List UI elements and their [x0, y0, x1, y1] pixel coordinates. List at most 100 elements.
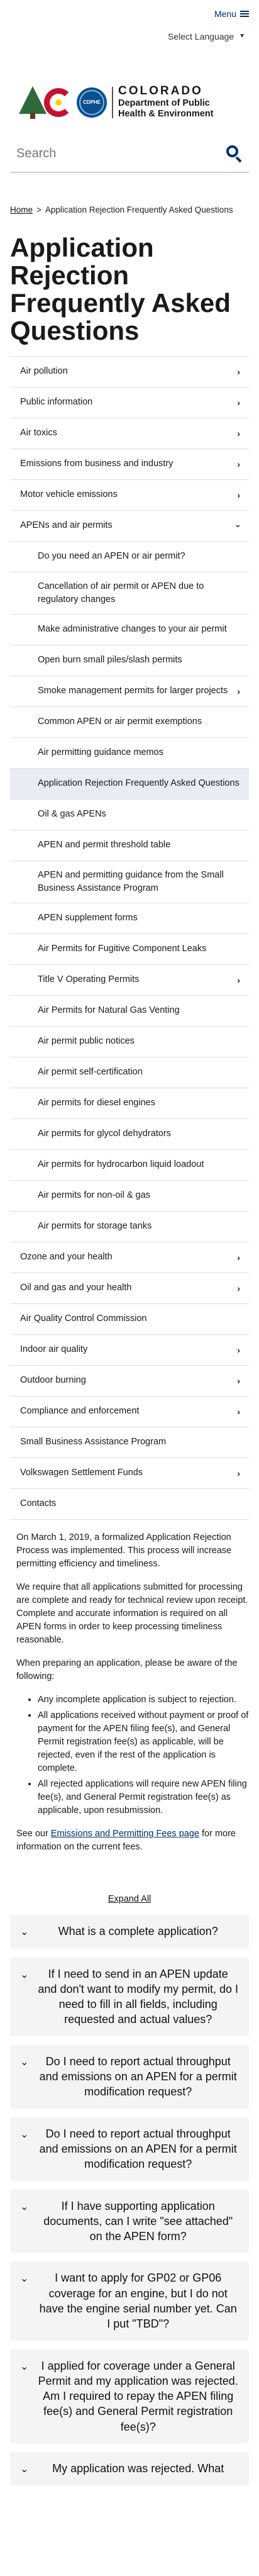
sub-item[interactable]: Air permit public notices [10, 1027, 249, 1057]
faq-item[interactable]: ⌄ My application was rejected. What [10, 2452, 249, 2486]
sub-item[interactable]: Air permits for storage tanks [10, 1212, 249, 1242]
sub-item[interactable]: APEN supplement forms [10, 903, 249, 934]
breadcrumb-separator: > [36, 205, 41, 215]
fees-page-link[interactable]: Emissions and Permitting Fees page [51, 1829, 199, 1839]
sub-item[interactable]: Air permits for hydrocarbon liquid loado… [10, 1150, 249, 1181]
chevron-down-icon: ⌄ [20, 2201, 29, 2212]
sub-item[interactable]: Oil & gas APENs [10, 800, 249, 830]
logo-text: COLORADO Department of Public Health & E… [118, 84, 214, 119]
nav-item-indoor-air[interactable]: Indoor air quality › [10, 1335, 249, 1366]
nav-item-public-information[interactable]: Public information › [10, 388, 249, 418]
sub-item[interactable]: Cancellation of air permit or APEN due t… [10, 572, 249, 615]
chevron-down-icon: ⌄ [20, 1969, 29, 1980]
requirement-list: Any incomplete application is subject to… [38, 1693, 249, 1817]
nav-item-compliance[interactable]: Compliance and enforcement › [10, 1397, 249, 1427]
page-title: Application Rejection Frequently Asked Q… [10, 232, 231, 345]
sub-item[interactable]: Do you need an APEN or air permit? [10, 542, 249, 572]
sub-item[interactable]: Air permitting guidance memos [10, 738, 249, 769]
site-logo[interactable]: CDPHE COLORADO Department of Public Heal… [0, 50, 259, 129]
nav-item-volkswagen[interactable]: Volkswagen Settlement Funds › [10, 1458, 249, 1489]
sub-item[interactable]: Air Permits for Fugitive Component Leaks [10, 934, 249, 965]
logo-state: COLORADO [118, 84, 203, 98]
chevron-down-icon: ⌄ [20, 2361, 29, 2372]
hamburger-icon [240, 11, 249, 18]
chevron-right-icon: › [237, 686, 240, 696]
nav-item-air-pollution[interactable]: Air pollution › [10, 357, 249, 388]
sub-item-active[interactable]: Application Rejection Frequently Asked Q… [10, 768, 249, 800]
nav-item-contacts[interactable]: Contacts [10, 1489, 249, 1520]
nav-item-aqcc[interactable]: Air Quality Control Commission [10, 1304, 249, 1335]
menu-button[interactable]: Menu [214, 8, 249, 20]
faq-item[interactable]: ⌄ I applied for coverage under a General … [10, 2349, 249, 2444]
breadcrumb: Home > Application Rejection Frequently … [0, 204, 259, 216]
nav-item-sbap[interactable]: Small Business Assistance Program [10, 1427, 249, 1458]
chevron-right-icon: › [237, 1406, 240, 1417]
nav-item-air-toxics[interactable]: Air toxics › [10, 418, 249, 449]
article-body: On March 1, 2019, a formalized Applicati… [0, 1531, 259, 1854]
nav-item-apens-permits[interactable]: APENs and air permits › [10, 511, 249, 542]
sub-item[interactable]: Air permits for non-oil & gas [10, 1181, 249, 1212]
sub-item[interactable]: Common APEN or air permit exemptions [10, 707, 249, 738]
expand-all: Expand All [0, 1893, 259, 1906]
chevron-down-icon: › [233, 524, 244, 528]
sub-item[interactable]: Make administrative changes to your air … [10, 615, 249, 645]
faq-question: What is a complete application? [58, 1925, 218, 1938]
faq-item[interactable]: ⌄ What is a complete application? [10, 1915, 249, 1949]
faq-question: If I need to send in an APEN update and … [38, 1967, 238, 2026]
chevron-down-icon: ⌄ [20, 2129, 29, 2140]
nav-item-ozone[interactable]: Ozone and your health › [10, 1242, 249, 1273]
language-bar: Select Language ▼ [0, 25, 259, 50]
faq-item[interactable]: ⌄ Do I need to report actual throughput a… [10, 2044, 249, 2109]
nav-item-outdoor-burning[interactable]: Outdoor burning › [10, 1366, 249, 1397]
list-item: All applications received without paymen… [38, 1709, 249, 1775]
language-select[interactable]: Select Language ▼ [168, 30, 245, 43]
sub-item[interactable]: APEN and permitting guidance from the Sm… [10, 861, 249, 903]
nav-item-motor-vehicle[interactable]: Motor vehicle emissions › [10, 480, 249, 511]
sub-item[interactable]: Air permits for diesel engines [10, 1088, 249, 1119]
chevron-right-icon: › [237, 397, 240, 408]
sub-item[interactable]: Smoke management permits for larger proj… [10, 676, 249, 707]
sub-item[interactable]: APEN and permit threshold table [10, 830, 249, 861]
logo-department-line2: Health & Environment [118, 108, 214, 119]
chevron-down-icon: ⌄ [20, 2464, 29, 2475]
search-icon[interactable] [226, 145, 243, 163]
requirement-paragraph: We require that all applications submitt… [16, 1582, 248, 1646]
search-input[interactable] [16, 146, 205, 161]
breadcrumb-current: Application Rejection Frequently Asked Q… [45, 205, 233, 215]
chevron-right-icon: › [237, 489, 240, 500]
nav-item-oil-gas-health[interactable]: Oil and gas and your health › [10, 1273, 249, 1304]
faq-accordion: ⌄ What is a complete application? ⌄ If I n… [10, 1915, 249, 2486]
chevron-right-icon: › [237, 1468, 240, 1478]
logo-divider [112, 86, 113, 118]
sub-item[interactable]: Air permit self-certification [10, 1057, 249, 1088]
chevron-down-icon: ⌄ [20, 2273, 29, 2285]
aware-paragraph: When preparing an application, please be… [16, 1658, 238, 1682]
breadcrumb-home-link[interactable]: Home [10, 204, 33, 216]
expand-all-link[interactable]: Expand All [108, 1894, 152, 1904]
sub-item[interactable]: Open burn small piles/slash permits [10, 645, 249, 676]
faq-question: I applied for coverage under a General P… [38, 2359, 238, 2433]
chevron-down-icon: ⌄ [20, 1927, 29, 1938]
logo-department: Department of Public [118, 98, 210, 109]
chevron-right-icon: › [237, 1252, 240, 1263]
side-navigation: Air pollution › Public information › Air t… [10, 355, 249, 1520]
faq-question: My application was rejected. What [52, 2462, 224, 2475]
faq-item[interactable]: ⌄ Do I need to report actual throughput a… [10, 2117, 249, 2181]
chevron-down-icon: ⌄ [20, 2056, 29, 2068]
chevron-right-icon: › [237, 366, 240, 377]
sub-item[interactable]: Title V Operating Permits › [10, 965, 249, 996]
chevron-right-icon: › [237, 1344, 240, 1355]
faq-question: Do I need to report actual throughput an… [39, 2055, 237, 2099]
faq-question: If I have supporting application documen… [43, 2199, 233, 2243]
nav-item-emissions-business[interactable]: Emissions from business and industry › [10, 449, 249, 480]
faq-item[interactable]: ⌄ If I have supporting application docume… [10, 2189, 249, 2253]
language-label: Select Language [168, 31, 234, 42]
sub-item[interactable]: Air permits for glycol dehydrators [10, 1119, 249, 1150]
chevron-right-icon: › [237, 1375, 240, 1386]
cdphe-seal-icon: CDPHE [77, 87, 107, 118]
faq-item[interactable]: ⌄ I want to apply for GP02 or GP06 covera… [10, 2261, 249, 2341]
faq-question: Do I need to report actual throughput an… [39, 2127, 237, 2171]
sub-item[interactable]: Air Permits for Natural Gas Venting [10, 996, 249, 1027]
chevron-right-icon: › [237, 428, 240, 438]
faq-item[interactable]: ⌄ If I need to send in an APEN update and… [10, 1957, 249, 2036]
